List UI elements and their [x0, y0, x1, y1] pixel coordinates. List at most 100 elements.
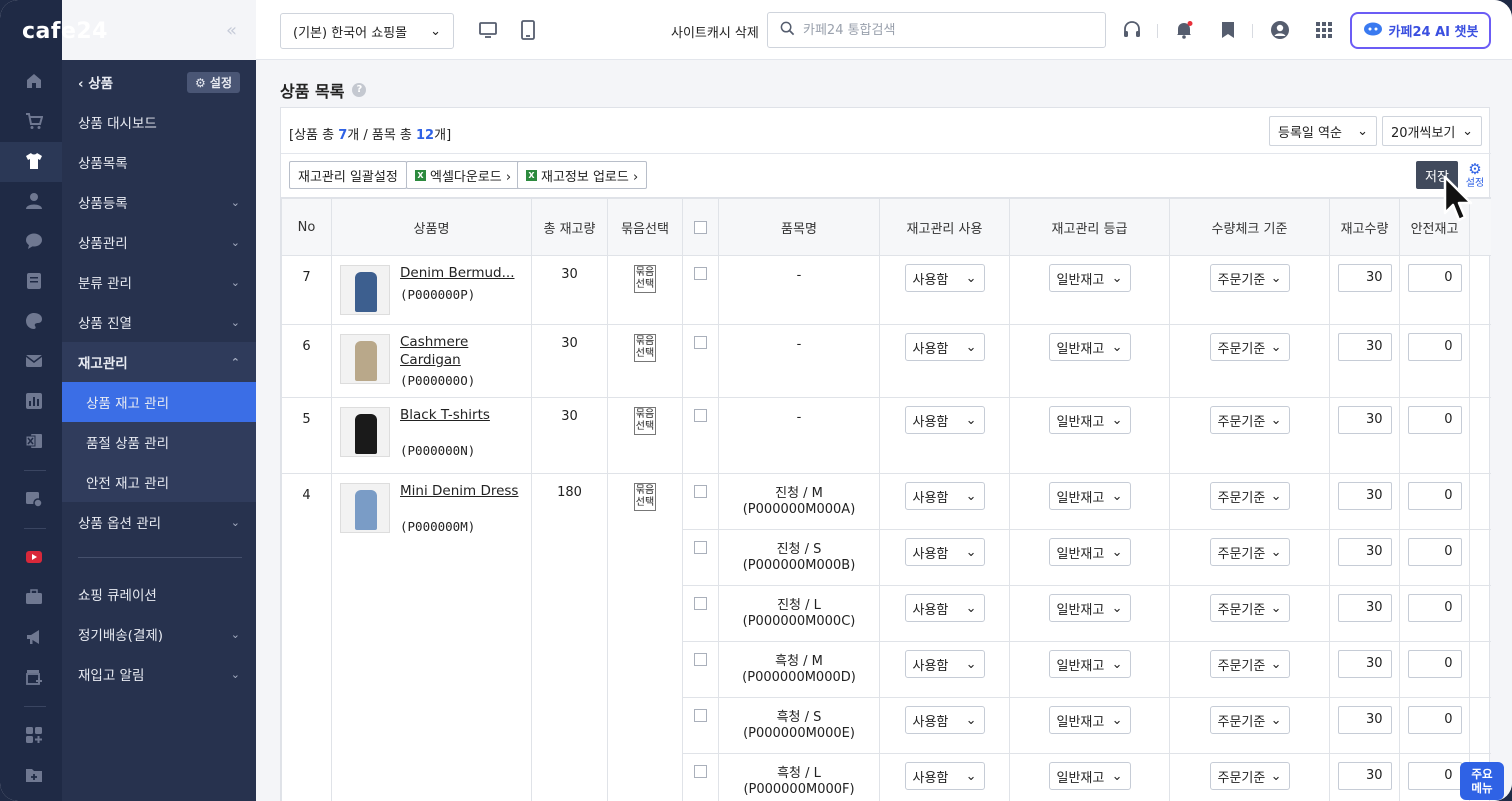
product-thumbnail[interactable] [340, 265, 390, 315]
quick-menu-button[interactable]: 주요 메뉴 [1460, 762, 1504, 800]
chart-icon[interactable] [25, 392, 43, 410]
product-name-link[interactable]: Mini Denim Dress [400, 483, 518, 501]
row-checkbox[interactable] [694, 267, 707, 280]
check-basis-select[interactable]: 주문기준 ⌄ [1209, 538, 1290, 567]
col-header-select-all[interactable] [682, 198, 719, 256]
check-basis-select[interactable]: 주문기준 ⌄ [1209, 594, 1290, 623]
select-all-checkbox[interactable] [694, 220, 707, 234]
mobile-icon[interactable] [518, 20, 538, 40]
sidebar-item-curation[interactable]: 쇼핑 큐레이션 [62, 574, 256, 614]
store-plus-icon[interactable] [25, 668, 43, 686]
sidebar-item-restock-alert[interactable]: 재입고 알림 ⌄ [62, 654, 256, 694]
row-checkbox[interactable] [694, 541, 707, 555]
row-checkbox[interactable] [694, 653, 707, 667]
safety-stock-input[interactable]: 0 [1407, 706, 1462, 735]
user-icon[interactable] [25, 192, 43, 210]
bundle-select-button[interactable]: 묶음 선택 [633, 483, 657, 512]
stock-use-select[interactable]: 사용함 ⌄ [904, 406, 985, 435]
page-size-select[interactable]: 20개씩보기 ⌄ [1382, 116, 1482, 146]
row-checkbox[interactable] [694, 765, 707, 779]
search-box[interactable] [767, 12, 1106, 48]
stock-grade-select[interactable]: 일반재고 ⌄ [1048, 706, 1131, 735]
safety-stock-input[interactable]: 0 [1407, 264, 1462, 292]
stock-grade-select[interactable]: 일반재고 ⌄ [1048, 538, 1131, 567]
stock-use-select[interactable]: 사용함 ⌄ [904, 762, 985, 791]
safety-stock-input[interactable]: 0 [1407, 762, 1462, 791]
megaphone-icon[interactable] [25, 628, 43, 646]
stock-qty-input[interactable]: 30 [1337, 406, 1392, 435]
cafe24-logo[interactable]: cafe24 [22, 19, 108, 44]
sidebar-item-dashboard[interactable]: 상품 대시보드 [62, 102, 256, 142]
cart-icon[interactable] [25, 112, 43, 130]
stock-grade-select[interactable]: 일반재고 ⌄ [1048, 650, 1131, 679]
product-name-link[interactable]: Denim Bermud... [400, 265, 514, 283]
sidebar-item-product-list[interactable]: 상품목록 [62, 142, 256, 182]
row-checkbox[interactable] [694, 409, 707, 423]
youtube-icon[interactable] [25, 548, 43, 566]
bundle-select-button[interactable]: 묶음 선택 [633, 265, 657, 293]
row-checkbox[interactable] [694, 597, 707, 611]
submenu-settings-button[interactable]: ⚙ 설정 [186, 71, 240, 93]
sidebar-item-inventory[interactable]: 재고관리 ⌃ [62, 342, 256, 382]
product-name-link[interactable]: Cashmere Cardigan [400, 334, 523, 369]
stock-qty-input[interactable]: 30 [1337, 482, 1392, 511]
sidebar-item-category[interactable]: 분류 관리 ⌄ [62, 262, 256, 302]
stock-use-select[interactable]: 사용함 ⌄ [904, 264, 985, 292]
stock-qty-input[interactable]: 30 [1337, 264, 1392, 292]
desktop-icon[interactable] [478, 20, 498, 40]
mall-select[interactable]: (기본) 한국어 쇼핑몰 ⌄ [280, 13, 454, 49]
check-basis-select[interactable]: 주문기준 ⌄ [1209, 762, 1290, 791]
mail-icon[interactable] [25, 352, 43, 370]
check-basis-select[interactable]: 주문기준 ⌄ [1209, 264, 1290, 292]
stock-grade-select[interactable]: 일반재고 ⌄ [1048, 482, 1131, 511]
check-basis-select[interactable]: 주문기준 ⌄ [1209, 650, 1290, 679]
stock-use-select[interactable]: 사용함 ⌄ [904, 333, 985, 361]
stock-grade-select[interactable]: 일반재고 ⌄ [1048, 594, 1131, 623]
sidebar-item-product-register[interactable]: 상품등록 ⌄ [62, 182, 256, 222]
check-basis-select[interactable]: 주문기준 ⌄ [1209, 482, 1290, 511]
stock-use-select[interactable]: 사용함 ⌄ [904, 594, 985, 623]
folder-plus-icon[interactable] [25, 766, 43, 784]
bell-icon[interactable] [1174, 20, 1194, 40]
site-cache-delete-link[interactable]: 사이트캐시 삭제 [671, 22, 759, 41]
bookmark-icon[interactable] [1218, 20, 1238, 40]
chat-icon[interactable] [25, 232, 43, 250]
safety-stock-input[interactable]: 0 [1407, 333, 1462, 361]
gear-badge-icon[interactable] [25, 490, 43, 508]
product-name-link[interactable]: Black T-shirts [400, 407, 490, 425]
headset-icon[interactable] [1122, 20, 1142, 40]
search-input[interactable] [803, 22, 1083, 38]
briefcase-icon[interactable] [25, 588, 43, 606]
safety-stock-input[interactable]: 0 [1407, 482, 1462, 511]
account-icon[interactable] [1270, 20, 1290, 40]
excel-download-button[interactable]: X 엑셀다운로드 › [406, 161, 521, 189]
safety-stock-input[interactable]: 0 [1407, 406, 1462, 435]
stock-use-select[interactable]: 사용함 ⌄ [904, 538, 985, 567]
stock-qty-input[interactable]: 30 [1337, 333, 1392, 361]
stock-grade-select[interactable]: 일반재고 ⌄ [1048, 762, 1131, 791]
check-basis-select[interactable]: 주문기준 ⌄ [1209, 706, 1290, 735]
sidebar-item-subscription[interactable]: 정기배송(결제) ⌄ [62, 614, 256, 654]
ai-chatbot-button[interactable]: 카페24 AI 챗봇 [1350, 12, 1491, 49]
stock-use-select[interactable]: 사용함 ⌄ [904, 706, 985, 735]
palette-icon[interactable] [25, 312, 43, 330]
sidebar-item-product-manage[interactable]: 상품관리 ⌄ [62, 222, 256, 262]
check-basis-select[interactable]: 주문기준 ⌄ [1209, 406, 1290, 435]
bundle-select-button[interactable]: 묶음 선택 [633, 407, 657, 436]
stock-qty-input[interactable]: 30 [1337, 762, 1392, 791]
shirt-icon[interactable] [25, 152, 43, 170]
sidebar-item-safety-stock[interactable]: 안전 재고 관리 [62, 462, 256, 502]
stock-qty-input[interactable]: 30 [1337, 538, 1392, 567]
apps-plus-icon[interactable] [25, 726, 43, 744]
sidebar-item-options[interactable]: 상품 옵션 관리 ⌄ [62, 502, 256, 542]
product-thumbnail[interactable] [340, 334, 390, 384]
stock-upload-button[interactable]: X 재고정보 업로드 › [517, 161, 648, 189]
row-checkbox[interactable] [694, 485, 707, 499]
product-thumbnail[interactable] [340, 407, 390, 458]
stock-grade-select[interactable]: 일반재고 ⌄ [1048, 406, 1131, 435]
row-checkbox[interactable] [694, 709, 707, 723]
safety-stock-input[interactable]: 0 [1407, 650, 1462, 679]
sidebar-item-soldout[interactable]: 품절 상품 관리 [62, 422, 256, 462]
stock-qty-input[interactable]: 30 [1337, 650, 1392, 679]
check-basis-select[interactable]: 주문기준 ⌄ [1209, 333, 1290, 361]
